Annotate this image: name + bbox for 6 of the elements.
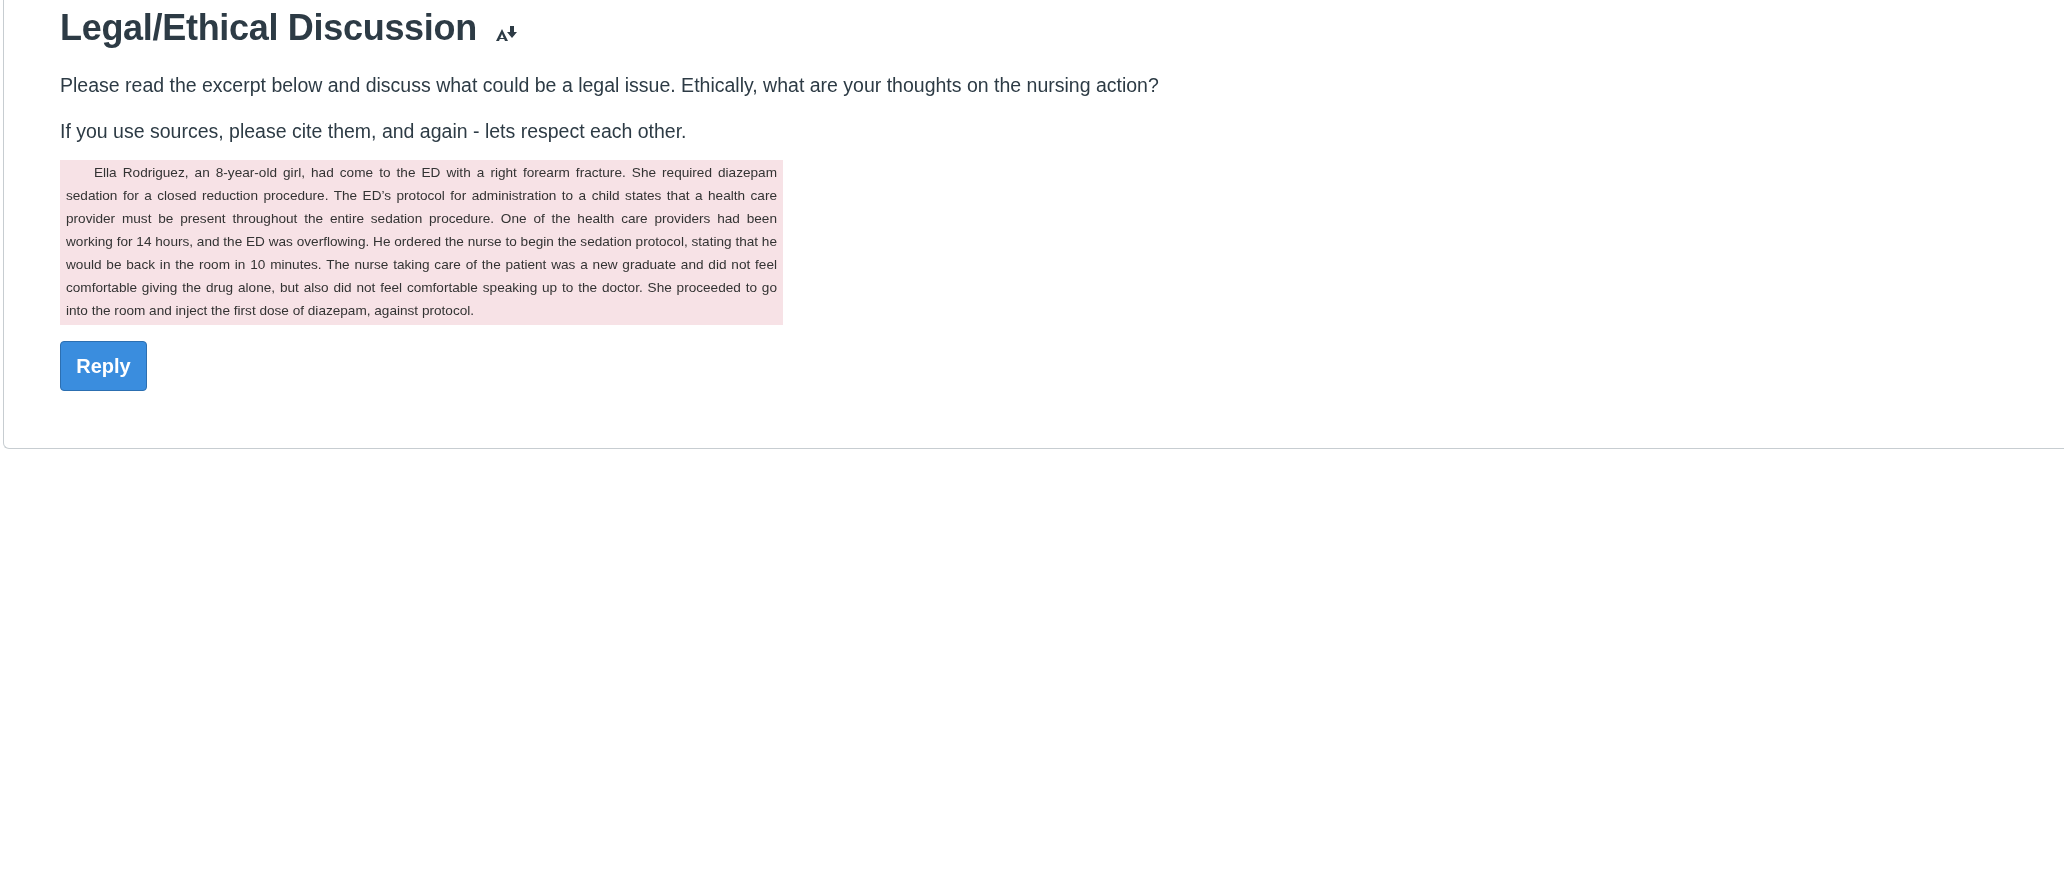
prompt-paragraph: If you use sources, please cite them, and again - lets respect each other.: [60, 119, 688, 144]
prompt-paragraph: Please read the excerpt below and discuss what could be a legal issue. Ethically, what are your thoughts on the nursing action?: [60, 73, 1160, 98]
reply-button[interactable]: Reply: [60, 341, 147, 391]
font-size-icon[interactable]: [494, 24, 519, 42]
discussion-title: Legal/Ethical Discussion: [60, 7, 477, 49]
case-excerpt: Ella Rodriguez, an 8-year-old girl, had come to the ED with a right forearm fracture. She required diazepam sedation for a closed reduction procedure. The ED’s protocol for administration to a child states that a health care provider must be present throughout the entire sedation procedure. One of the health care providers had been working for 14 hours, and the ED was overflowing. He ordered the nurse to begin the sedation protocol, stating that he would be back in the room in 10 minutes. The nurse taking care of the patient was a new graduate and did not feel comfortable giving the drug alone, but also did not feel comfortable speaking up to the doctor. She proceeded to go into the room and inject the first dose of diazepam, against protocol.: [60, 160, 783, 325]
